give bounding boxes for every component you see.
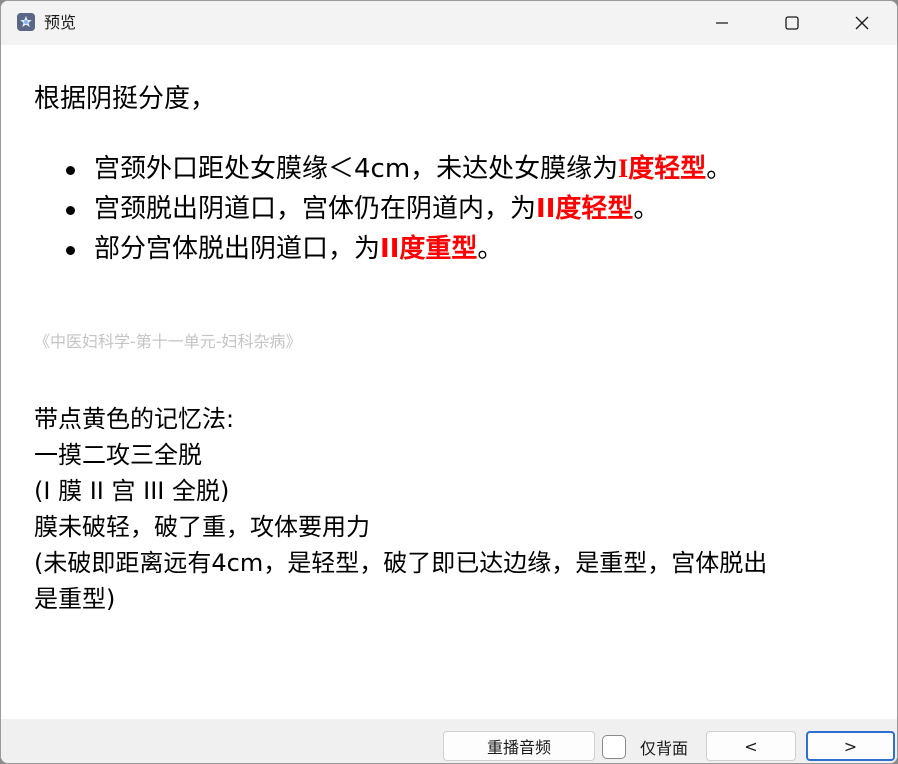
classification-list: 宫颈外口距处女膜缘＜4cm，未达处女膜缘为I度轻型。 宫颈脱出阴道口，宫体仍在阴… bbox=[63, 149, 732, 269]
next-button[interactable]: > bbox=[806, 731, 895, 761]
back-only-checkbox[interactable] bbox=[602, 735, 626, 759]
maximize-button[interactable] bbox=[757, 1, 827, 45]
replay-audio-button[interactable]: 重播音频 bbox=[443, 731, 595, 761]
item-end: 。 bbox=[633, 194, 660, 224]
star-app-icon bbox=[17, 13, 35, 31]
memory-tip: 带点黄色的记忆法: 一摸二攻三全脱 (I 膜 II 宫 III 全脱) 膜未破轻… bbox=[34, 401, 864, 617]
memo-line: (未破即距离远有4cm，是轻型，破了即已达边缘，是重型，宫体脱出 bbox=[34, 549, 768, 577]
memo-line: 是重型) bbox=[34, 585, 116, 613]
highlight-term: II度重型 bbox=[380, 234, 478, 264]
list-item: 宫颈外口距处女膜缘＜4cm，未达处女膜缘为I度轻型。 bbox=[63, 149, 732, 189]
card-heading: 根据阴挺分度， bbox=[34, 84, 217, 114]
highlight-term: I度轻型 bbox=[618, 154, 707, 183]
item-end: 。 bbox=[477, 234, 504, 264]
close-icon bbox=[855, 16, 869, 30]
highlight-term: II度轻型 bbox=[536, 194, 634, 224]
minimize-icon bbox=[716, 22, 728, 24]
minimize-button[interactable] bbox=[687, 1, 757, 45]
list-item: 宫颈脱出阴道口，宫体仍在阴道内，为II度轻型。 bbox=[63, 189, 732, 229]
back-only-label[interactable]: 仅背面 bbox=[640, 735, 688, 759]
item-text: 部分宫体脱出阴道口，为 bbox=[94, 234, 381, 264]
bottom-toolbar: 重播音频 仅背面 < > bbox=[1, 719, 897, 763]
back-only-toggle[interactable]: 仅背面 bbox=[602, 733, 688, 761]
item-end: 。 bbox=[706, 154, 733, 184]
memo-line: 膜未破轻，破了重，攻体要用力 bbox=[34, 513, 370, 541]
maximize-icon bbox=[785, 16, 799, 30]
memo-line: 一摸二攻三全脱 bbox=[34, 441, 202, 469]
memo-line: (I 膜 II 宫 III 全脱) bbox=[34, 477, 230, 505]
list-item: 部分宫体脱出阴道口，为II度重型。 bbox=[63, 229, 732, 269]
preview-window: 预览 根据阴挺分度， 宫颈外口距处女膜缘＜4cm，未达处女膜缘为I度轻型。 宫颈… bbox=[0, 0, 898, 764]
previous-button[interactable]: < bbox=[706, 731, 796, 761]
item-text: 宫颈脱出阴道口，宫体仍在阴道内，为 bbox=[94, 194, 537, 224]
window-title: 预览 bbox=[44, 13, 77, 32]
close-button[interactable] bbox=[827, 1, 897, 45]
item-text: 宫颈外口距处女膜缘＜4cm，未达处女膜缘为 bbox=[94, 154, 619, 184]
card-preview-content: 根据阴挺分度， 宫颈外口距处女膜缘＜4cm，未达处女膜缘为I度轻型。 宫颈脱出阴… bbox=[1, 45, 897, 719]
source-reference: 《中医妇科学-第十一单元-妇科杂病》 bbox=[34, 332, 302, 351]
title-bar[interactable]: 预览 bbox=[1, 1, 897, 45]
memo-line: 带点黄色的记忆法: bbox=[34, 405, 235, 433]
